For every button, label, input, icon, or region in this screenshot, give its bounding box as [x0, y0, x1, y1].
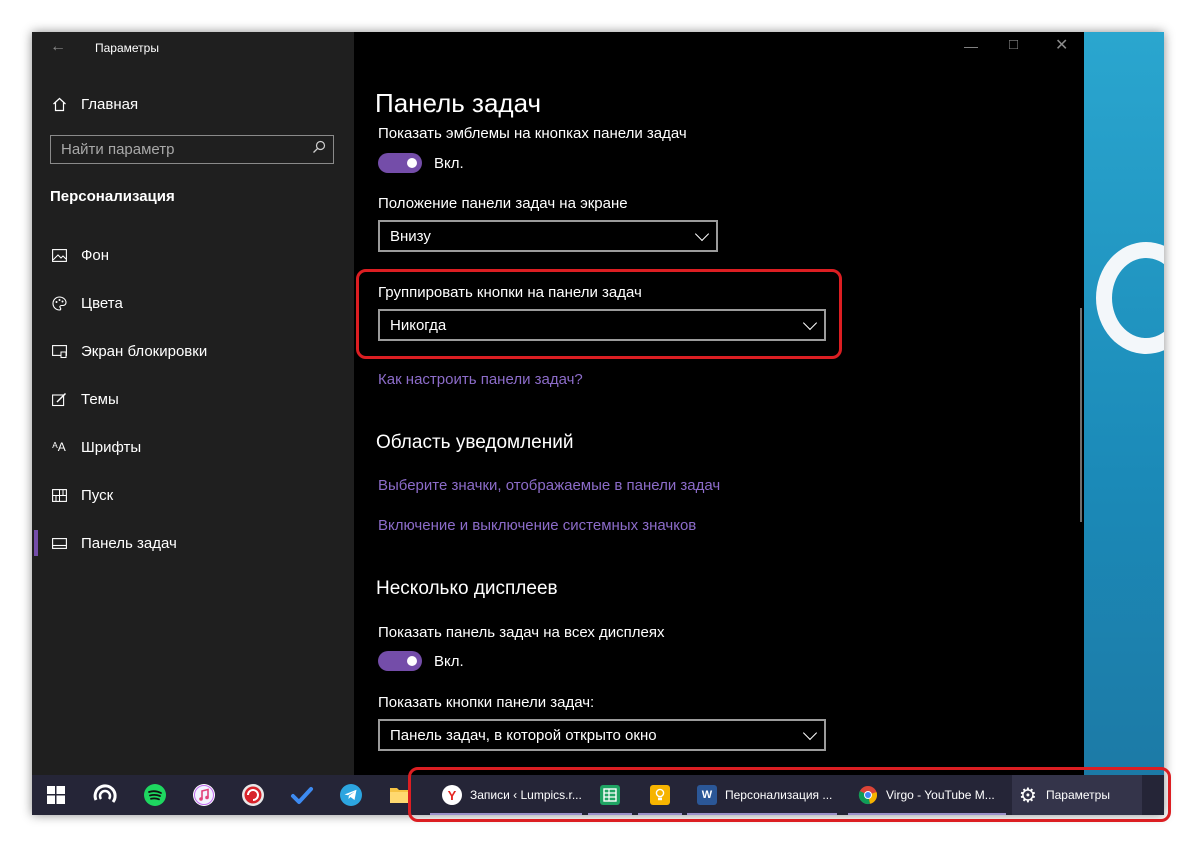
system-icons-link[interactable]: Включение и выключение системных значков [378, 517, 696, 534]
palette-icon [50, 295, 68, 311]
spotify-icon[interactable] [133, 775, 177, 815]
select-icons-link[interactable]: Выберите значки, отображаемые в панели з… [378, 477, 720, 494]
picture-icon [50, 248, 68, 262]
badges-toggle-state: Вкл. [434, 155, 464, 172]
selection-indicator [34, 530, 38, 556]
show-buttons-label: Показать кнопки панели задач: [378, 694, 595, 711]
telegram-icon[interactable] [329, 775, 373, 815]
search-icon[interactable] [312, 140, 326, 157]
position-dropdown[interactable]: Внизу [378, 220, 718, 252]
scrollbar[interactable] [1080, 308, 1082, 522]
show-all-displays-label: Показать панель задач на всех дисплеях [378, 624, 665, 641]
close-icon[interactable]: ✕ [1055, 35, 1068, 55]
position-label: Положение панели задач на экране [378, 195, 628, 212]
help-link[interactable]: Как настроить панели задач? [378, 371, 583, 388]
desktop-background [1084, 32, 1164, 775]
sidebar-item-background[interactable]: Фон [50, 242, 109, 268]
themes-icon [50, 392, 68, 407]
sidebar-item-label: Цвета [81, 294, 123, 312]
grouping-dropdown[interactable]: Никогда [378, 309, 826, 341]
wallpaper-logo [1096, 242, 1164, 354]
search-box[interactable] [50, 135, 334, 164]
settings-window: ← Параметры Главная Персонализация Фон [32, 32, 1164, 815]
toggle-knob [407, 656, 417, 666]
lock-screen-icon [50, 344, 68, 358]
badges-label: Показать эмблемы на кнопках панели задач [378, 125, 687, 142]
todo-icon[interactable] [280, 775, 324, 815]
sidebar-item-label: Темы [81, 390, 119, 408]
minimize-icon[interactable]: — [964, 38, 978, 54]
back-arrow-icon[interactable]: ← [50, 38, 66, 56]
sidebar-item-lock-screen[interactable]: Экран блокировки [50, 338, 207, 364]
sidebar-item-themes[interactable]: Темы [50, 386, 119, 412]
all-displays-toggle-state: Вкл. [434, 653, 464, 670]
home-label: Главная [81, 95, 139, 113]
badges-toggle[interactable] [378, 153, 422, 173]
sidebar-item-label: Экран блокировки [81, 342, 208, 360]
home-nav-item[interactable]: Главная [50, 92, 138, 116]
notification-area-heading: Область уведомлений [376, 432, 574, 453]
search-input[interactable] [51, 136, 311, 163]
window-title: Параметры [95, 41, 159, 55]
sidebar-item-label: Пуск [81, 486, 114, 504]
chevron-down-icon [802, 315, 818, 331]
home-icon [50, 97, 68, 112]
sidebar: ← Параметры Главная Персонализация Фон [32, 32, 354, 775]
taskbar-icon [50, 537, 68, 549]
section-title: Персонализация [50, 188, 175, 205]
show-buttons-value: Панель задач, в которой открыто окно [390, 727, 657, 744]
sidebar-item-label: Шрифты [81, 438, 142, 456]
lumpics-icon[interactable] [231, 775, 275, 815]
chevron-down-icon [802, 725, 818, 741]
maximize-icon[interactable]: □ [1009, 36, 1018, 53]
sidebar-item-label: Фон [81, 246, 110, 264]
windows-start-icon[interactable] [34, 775, 78, 815]
chevron-down-icon [694, 226, 710, 242]
edge-like-icon[interactable] [83, 775, 127, 815]
main-content: — □ ✕ Панель задач Показать эмблемы на к… [354, 32, 1084, 775]
page-title: Панель задач [375, 88, 542, 118]
sidebar-item-fonts[interactable]: ᴬA Шрифты [50, 434, 141, 460]
taskbar-highlight-frame [408, 767, 1171, 822]
grouping-value: Никогда [390, 317, 447, 334]
multiple-displays-heading: Несколько дисплеев [376, 578, 558, 599]
show-buttons-dropdown[interactable]: Панель задач, в которой открыто окно [378, 719, 826, 751]
toggle-knob [407, 158, 417, 168]
sidebar-item-colors[interactable]: Цвета [50, 290, 123, 316]
sidebar-item-label: Панель задач [81, 534, 177, 552]
position-value: Внизу [390, 228, 431, 245]
all-displays-toggle[interactable] [378, 651, 422, 671]
fonts-icon: ᴬA [52, 440, 66, 454]
start-icon [50, 488, 68, 502]
sidebar-item-taskbar[interactable]: Панель задач [50, 530, 177, 556]
sidebar-item-start[interactable]: Пуск [50, 482, 113, 508]
grouping-label: Группировать кнопки на панели задач [378, 284, 642, 301]
itunes-icon[interactable] [182, 775, 226, 815]
